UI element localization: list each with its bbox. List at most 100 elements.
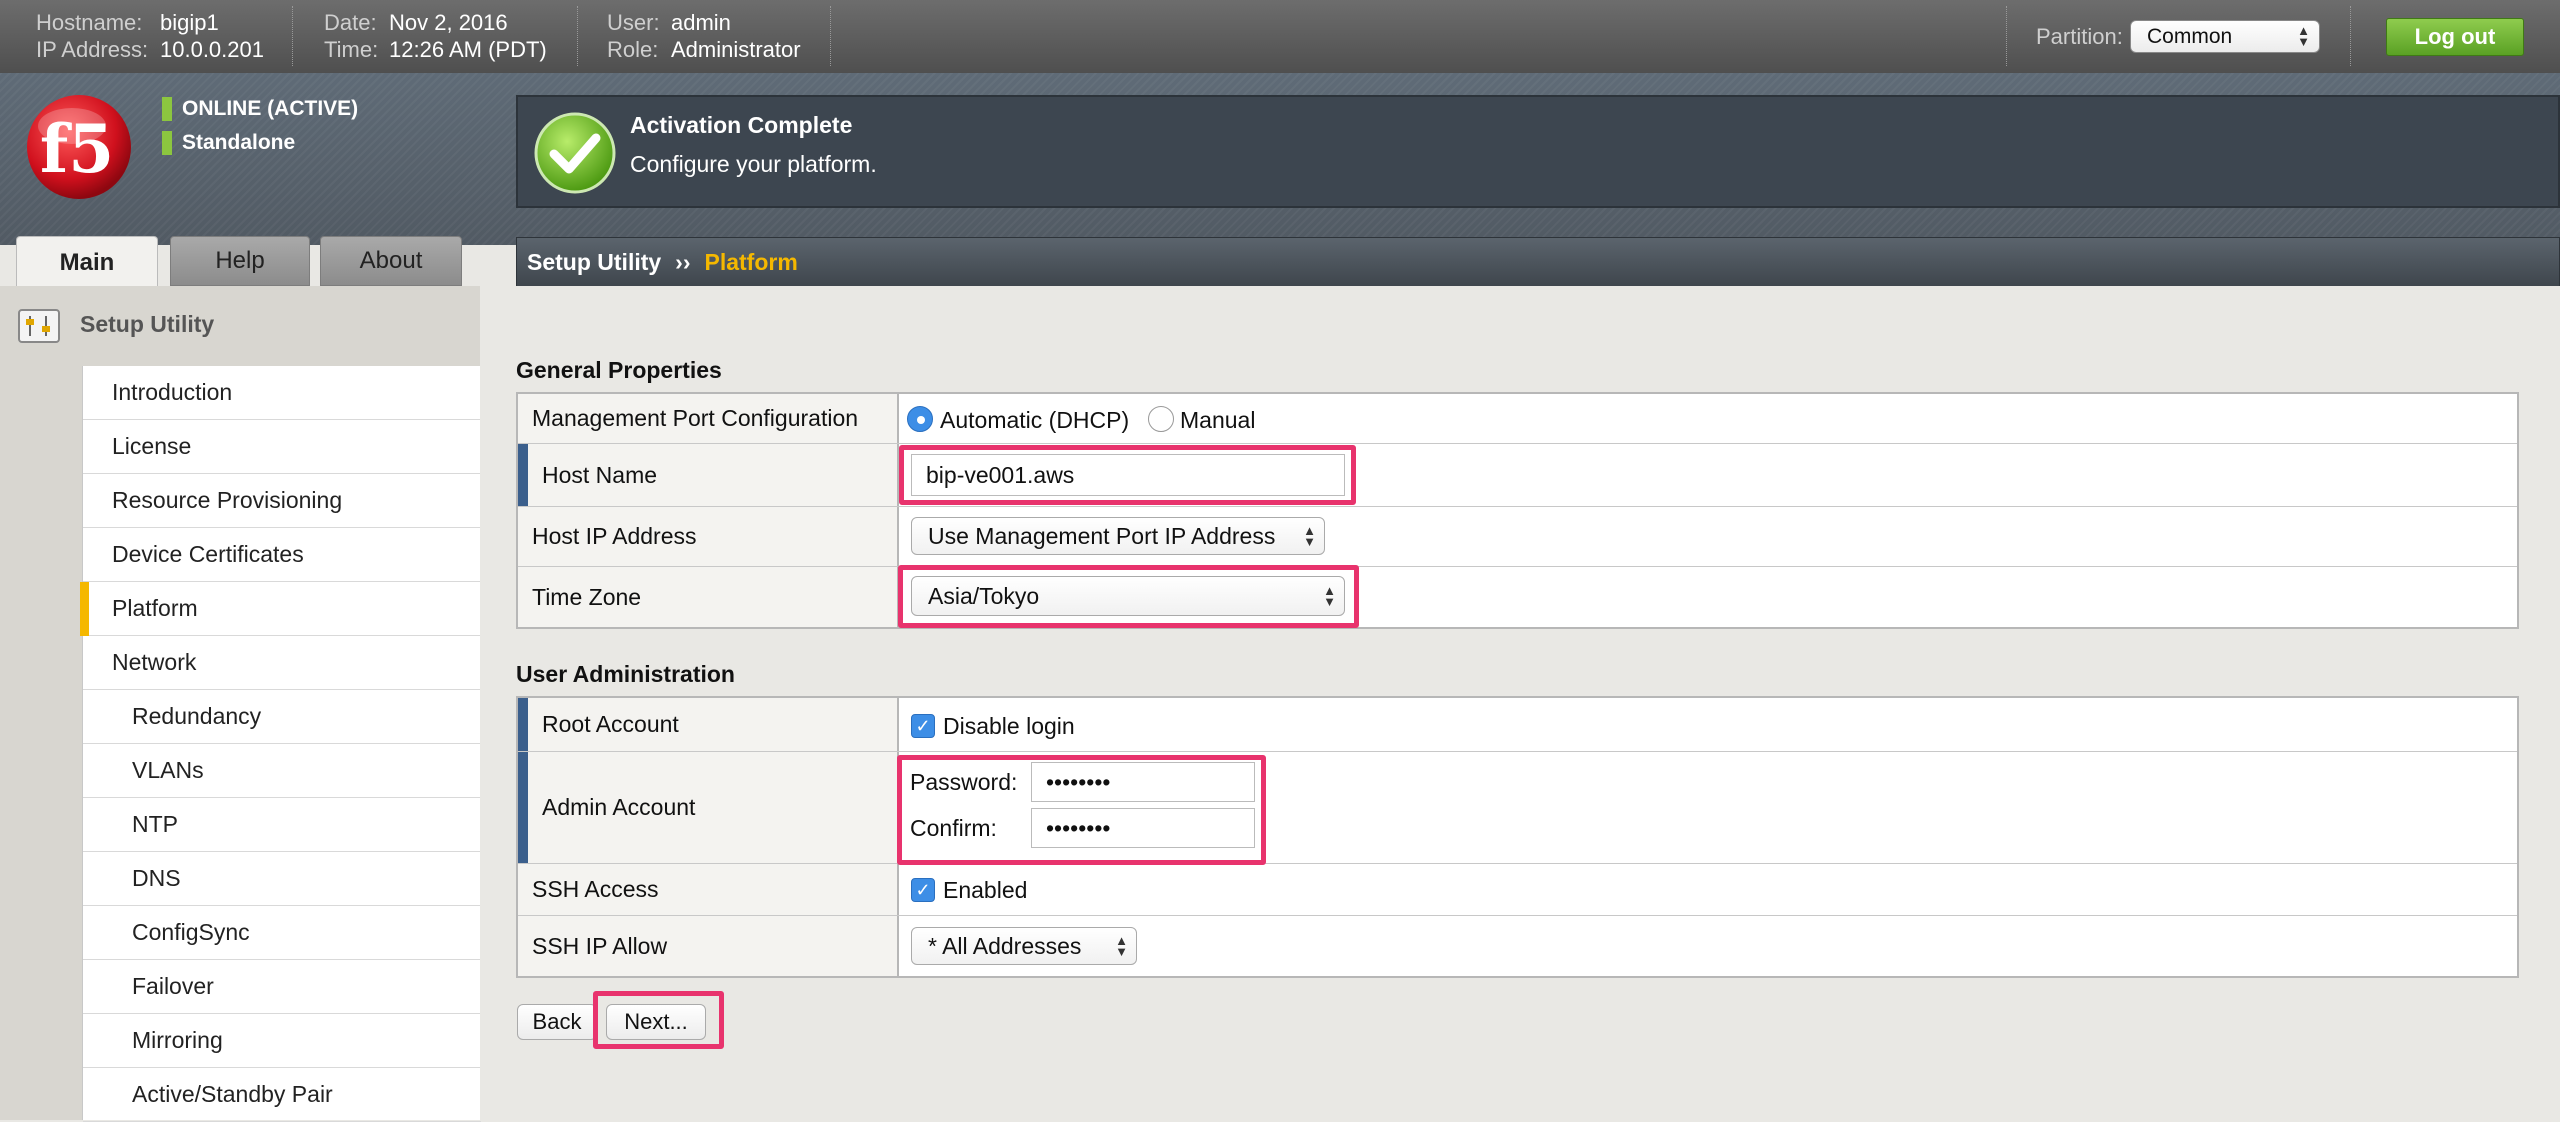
time-zone-select-value: Asia/Tokyo [928,582,1040,609]
hostname-label: Hostname: [36,10,143,35]
partition-label: Partition: [2036,24,2123,49]
sidebar-item-redundancy[interactable]: Redundancy [83,690,481,744]
sidebar-item-mirroring[interactable]: Mirroring [83,1014,481,1068]
divider [830,6,832,66]
sidebar-item-label: Device Certificates [112,541,304,567]
time-zone-select[interactable]: Asia/Tokyo ▲ ▼ [911,576,1345,616]
sidebar-item-active-standby-pair[interactable]: Active/Standby Pair [83,1068,481,1122]
svg-text:f5: f5 [40,110,114,188]
management-port-label: Management Port Configuration [518,394,899,443]
sidebar-item-failover[interactable]: Failover [83,960,481,1014]
general-properties-title: General Properties [516,357,722,383]
radio-manual[interactable] [1148,406,1174,432]
activation-subtitle: Configure your platform. [630,151,877,177]
user-value: admin [671,10,731,35]
sidebar-title: Setup Utility [80,311,215,337]
top-bar: Hostname: bigip1 IP Address: 10.0.0.201 … [0,0,2560,73]
sidebar-item-label: Failover [132,973,214,999]
sidebar-item-label: Introduction [112,379,233,405]
tab-about[interactable]: About [320,236,462,286]
row-ssh-access: SSH Access ✓ Enabled [518,864,2517,916]
sidebar-item-label: Mirroring [132,1027,223,1053]
hostname-value: bigip1 [160,10,219,35]
breadcrumb-root[interactable]: Setup Utility [527,249,661,276]
tab-main[interactable]: Main [16,236,158,288]
confirm-password-input[interactable]: •••••••• [1031,808,1255,848]
sidebar-item-resource-provisioning[interactable]: Resource Provisioning [83,474,481,528]
admin-account-label: Admin Account [518,752,899,863]
row-host-ip: Host IP Address Use Management Port IP A… [518,507,2517,567]
time-zone-label: Time Zone [518,567,899,627]
radio-automatic-dhcp[interactable] [907,406,933,432]
ip-label: IP Address: [36,37,149,62]
sidebar-item-label: Resource Provisioning [112,487,343,513]
host-name-input[interactable]: bip-ve001.aws [911,454,1345,496]
sidebar-item-label: Active/Standby Pair [132,1081,333,1107]
select-arrows-icon: ▲ ▼ [2297,23,2310,49]
sidebar-item-platform[interactable]: Platform [80,582,481,636]
activation-title: Activation Complete [630,112,853,138]
sidebar-nav: Introduction License Resource Provisioni… [80,366,481,1122]
row-root-account: Root Account ✓ Disable login [518,698,2517,752]
sidebar-item-label: VLANs [132,757,204,783]
tab-help[interactable]: Help [170,236,310,286]
sidebar-item-device-certificates[interactable]: Device Certificates [83,528,481,582]
back-button[interactable]: Back [517,1004,597,1040]
host-ip-label: Host IP Address [518,507,899,566]
disable-login-checkbox[interactable]: ✓ [911,714,935,738]
radio-manual-label: Manual [1180,407,1256,433]
next-button[interactable]: Next... [606,1004,706,1040]
host-ip-select[interactable]: Use Management Port IP Address ▲ ▼ [911,517,1325,555]
ssh-ip-allow-select[interactable]: * All Addresses ▲ ▼ [911,927,1137,965]
logout-button[interactable]: Log out [2386,18,2524,56]
sidebar-item-label: License [112,433,192,459]
ssh-enabled-checkbox[interactable]: ✓ [911,878,935,902]
sidebar-item-introduction[interactable]: Introduction [83,366,481,420]
sidebar-item-vlans[interactable]: VLANs [83,744,481,798]
radio-automatic-label: Automatic (DHCP) [940,407,1130,433]
breadcrumb-current: Platform [704,248,798,275]
partition-select[interactable]: Common ▲ ▼ [2130,20,2320,53]
sidebar-item-license[interactable]: License [83,420,481,474]
user-administration-table: Root Account ✓ Disable login Admin Accou… [516,696,2519,978]
divider [2006,6,2008,66]
divider [292,6,294,66]
status-online: ONLINE (ACTIVE) [182,97,359,120]
sidebar-item-label: Redundancy [132,703,262,729]
sidebar-item-label: ConfigSync [132,919,250,945]
general-properties-table: Management Port Configuration Automatic … [516,392,2519,629]
user-label: User: [607,10,660,35]
row-ssh-ip-allow: SSH IP Allow * All Addresses ▲ ▼ [518,916,2517,976]
breadcrumb-separator: ›› [675,248,691,275]
time-value: 12:26 AM (PDT) [389,37,547,62]
sidebar-item-label: DNS [132,865,181,891]
ip-value: 10.0.0.201 [160,37,264,62]
confirm-label: Confirm: [910,815,997,841]
status-mode: Standalone [182,131,296,154]
row-management-port: Management Port Configuration Automatic … [518,394,2517,444]
select-arrows-icon: ▲ ▼ [1303,523,1316,549]
host-name-label: Host Name [518,444,899,506]
sidebar-header [0,286,480,366]
root-account-label: Root Account [518,698,899,751]
select-arrows-icon: ▲ ▼ [1323,583,1336,609]
date-label: Date: [324,10,377,35]
row-admin-account: Admin Account Password: •••••••• Confirm… [518,752,2517,864]
sidebar-item-configsync[interactable]: ConfigSync [83,906,481,960]
sidebar-item-ntp[interactable]: NTP [83,798,481,852]
status-indicator [162,131,172,155]
ssh-enabled-label: Enabled [943,877,1028,903]
select-arrows-icon: ▲ ▼ [1115,933,1128,959]
host-ip-select-value: Use Management Port IP Address [928,522,1276,549]
ssh-access-label: SSH Access [518,864,899,915]
row-time-zone: Time Zone Asia/Tokyo ▲ ▼ [518,567,2517,627]
setup-utility-icon [18,309,60,343]
f5-logo: f5 [27,95,131,199]
password-input[interactable]: •••••••• [1031,762,1255,802]
role-value: Administrator [671,37,801,62]
breadcrumb: Setup Utility ›› Platform [516,237,2560,287]
sidebar-item-label: Platform [112,595,198,621]
disable-login-label: Disable login [943,713,1075,739]
sidebar-item-dns[interactable]: DNS [83,852,481,906]
sidebar-item-network[interactable]: Network [83,636,481,690]
